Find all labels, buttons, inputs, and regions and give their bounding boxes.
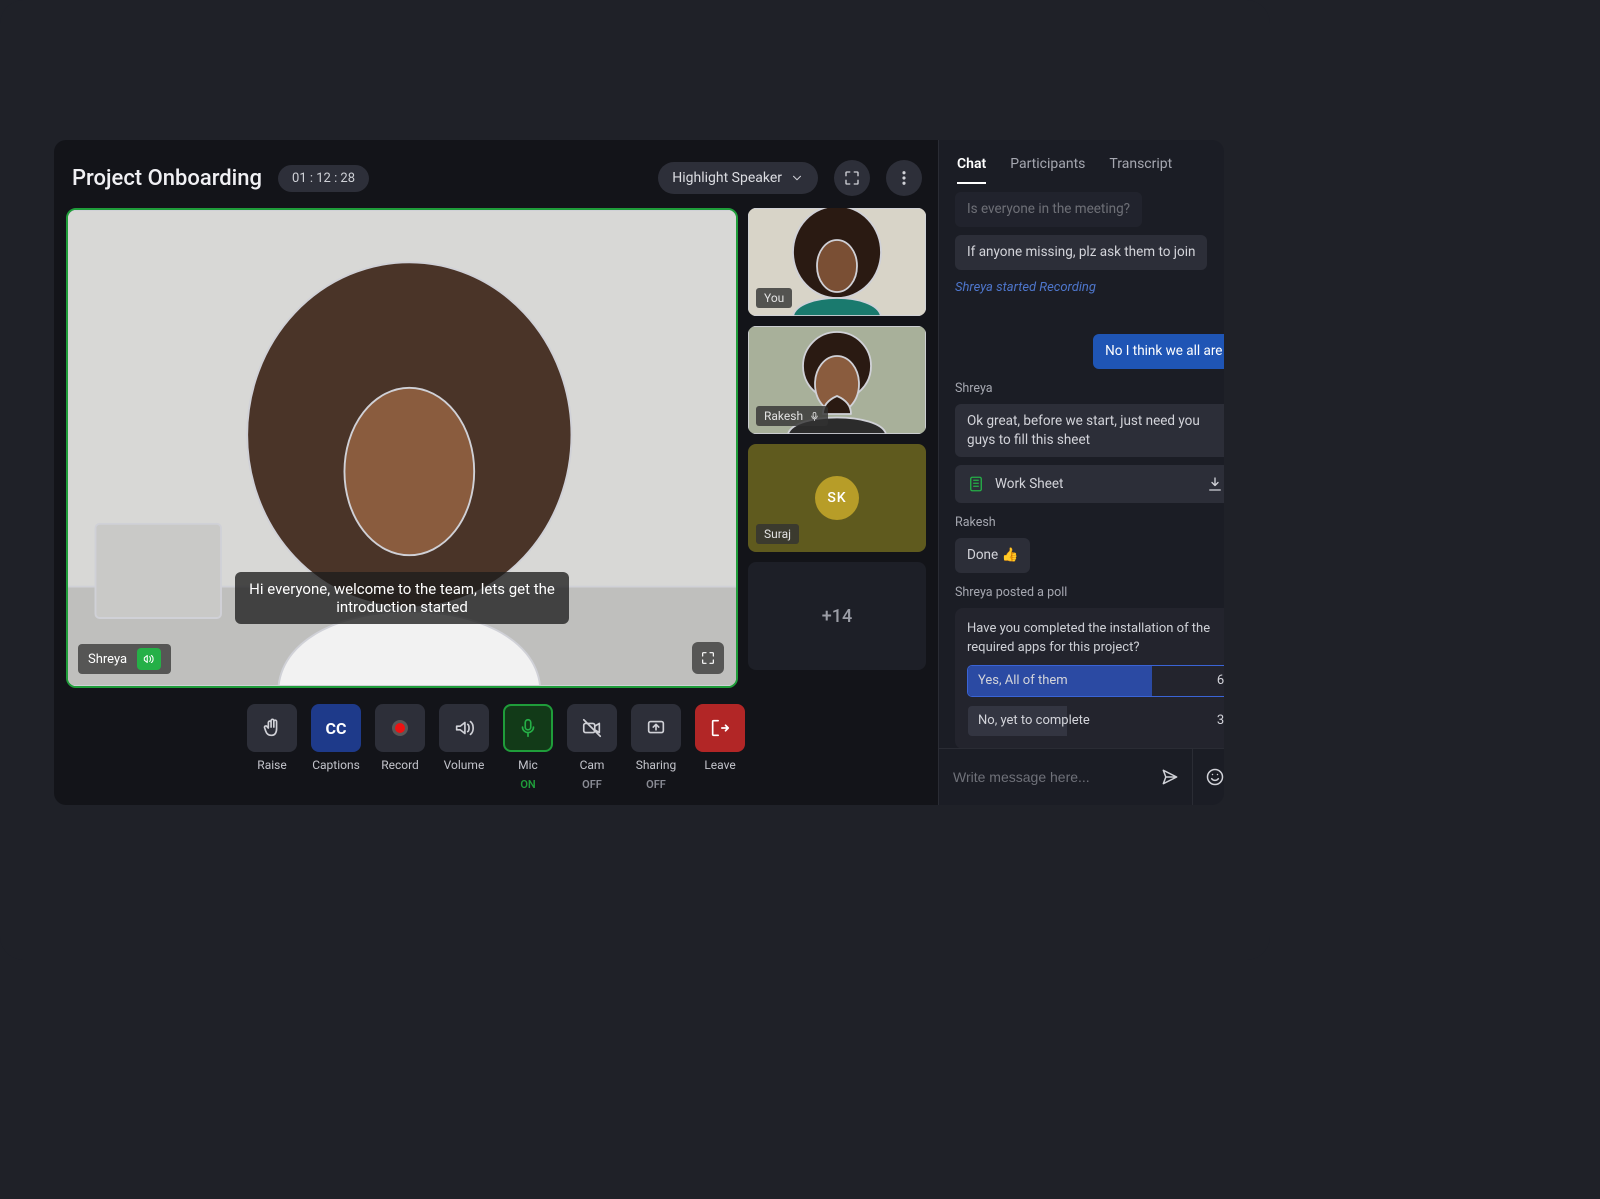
- tab-participants[interactable]: Participants: [1010, 156, 1085, 184]
- thumbnail-you[interactable]: You: [748, 208, 926, 316]
- speaking-indicator-icon: [137, 648, 161, 670]
- more-options-button[interactable]: [886, 160, 922, 196]
- sharing-label: Sharing: [636, 758, 677, 772]
- chat-sender: Rakesh: [955, 515, 1224, 530]
- cam-status: OFF: [582, 778, 602, 791]
- mic-icon: [809, 411, 820, 422]
- chat-message-own: No I think we all are here: [1093, 334, 1224, 369]
- poll-option[interactable]: Yes, All of them 65%: [967, 665, 1224, 697]
- captions-button[interactable]: CC: [311, 704, 361, 752]
- mic-label: Mic: [518, 758, 538, 772]
- raise-label: Raise: [257, 758, 286, 772]
- chat-sender: You: [955, 311, 1224, 326]
- expand-icon: [843, 169, 861, 187]
- spreadsheet-icon: [967, 475, 985, 493]
- send-button[interactable]: [1148, 749, 1192, 805]
- leave-icon: [709, 717, 731, 739]
- fullscreen-button[interactable]: [834, 160, 870, 196]
- poll-header: Shreya posted a poll: [955, 585, 1224, 600]
- chat-sender: Shreya: [955, 381, 1224, 396]
- more-participants-tile[interactable]: +14: [748, 562, 926, 670]
- raise-hand-button[interactable]: [247, 704, 297, 752]
- main-video[interactable]: Hi everyone, welcome to the team, lets g…: [66, 208, 738, 688]
- file-attachment[interactable]: Work Sheet: [955, 465, 1224, 503]
- emoji-button[interactable]: [1192, 749, 1224, 805]
- kebab-icon: [895, 169, 913, 187]
- download-icon[interactable]: [1206, 475, 1224, 493]
- poll-option[interactable]: No, yet to complete 35%: [967, 705, 1224, 737]
- chevron-down-icon: [790, 171, 804, 185]
- message-input[interactable]: [939, 751, 1148, 803]
- leave-button[interactable]: [695, 704, 745, 752]
- thumbnail-suraj[interactable]: SK Suraj: [748, 444, 926, 552]
- speaker-name-tag: Shreya: [78, 644, 171, 674]
- thumbnail-label: Suraj: [756, 524, 799, 544]
- file-name: Work Sheet: [995, 476, 1196, 492]
- chat-message: Is everyone in the meeting?: [955, 192, 1142, 227]
- expand-icon: [700, 650, 716, 666]
- chat-message: If anyone missing, plz ask them to join: [955, 235, 1207, 270]
- system-event: Shreya started Recording: [955, 278, 1224, 299]
- meeting-title: Project Onboarding: [72, 166, 262, 191]
- poll-question: Have you completed the installation of t…: [967, 620, 1224, 656]
- mic-status: ON: [520, 778, 535, 791]
- emoji-icon: [1205, 767, 1225, 787]
- volume-label: Volume: [444, 758, 485, 772]
- volume-icon: [453, 717, 475, 739]
- hand-icon: [261, 717, 283, 739]
- pin-expand-button[interactable]: [692, 642, 724, 674]
- layout-dropdown-label: Highlight Speaker: [672, 170, 782, 186]
- message-composer: [939, 748, 1224, 805]
- thumbnail-label: Rakesh: [756, 406, 828, 426]
- volume-button[interactable]: [439, 704, 489, 752]
- mic-button[interactable]: [503, 704, 553, 752]
- chat-scroll[interactable]: Is everyone in the meeting? If anyone mi…: [939, 184, 1224, 748]
- participant-thumbnails: You Rakesh: [748, 208, 926, 688]
- control-bar: Raise CC Captions Record Volume: [66, 688, 926, 797]
- sharing-status: OFF: [646, 778, 666, 791]
- tab-chat[interactable]: Chat: [957, 156, 986, 184]
- chat-message: Done 👍: [955, 538, 1030, 573]
- poll-card: Have you completed the installation of t…: [955, 608, 1224, 748]
- layout-dropdown[interactable]: Highlight Speaker: [658, 162, 818, 194]
- thumbnail-label: You: [756, 288, 792, 308]
- main-panel: Project Onboarding 01 : 12 : 28 Highligh…: [54, 140, 938, 805]
- thumbnail-rakesh[interactable]: Rakesh: [748, 326, 926, 434]
- mic-icon: [517, 717, 539, 739]
- more-count: +14: [822, 606, 852, 627]
- captions-label: Captions: [312, 758, 360, 772]
- cam-label: Cam: [580, 758, 605, 772]
- sharing-button[interactable]: [631, 704, 681, 752]
- side-panel: Chat Participants Transcript Is everyone…: [938, 140, 1224, 805]
- header: Project Onboarding 01 : 12 : 28 Highligh…: [66, 152, 926, 204]
- record-icon: [392, 720, 408, 736]
- leave-label: Leave: [704, 758, 735, 772]
- record-label: Record: [381, 758, 419, 772]
- chat-message: Ok great, before we start, just need you…: [955, 404, 1224, 458]
- live-caption: Hi everyone, welcome to the team, lets g…: [235, 572, 569, 624]
- meeting-timer: 01 : 12 : 28: [278, 165, 369, 192]
- avatar-initials: SK: [815, 476, 859, 520]
- side-tabs: Chat Participants Transcript: [939, 140, 1224, 184]
- cam-off-icon: [581, 717, 603, 739]
- tab-transcript[interactable]: Transcript: [1109, 156, 1172, 184]
- send-icon: [1160, 767, 1180, 787]
- share-icon: [645, 717, 667, 739]
- cam-button[interactable]: [567, 704, 617, 752]
- record-button[interactable]: [375, 704, 425, 752]
